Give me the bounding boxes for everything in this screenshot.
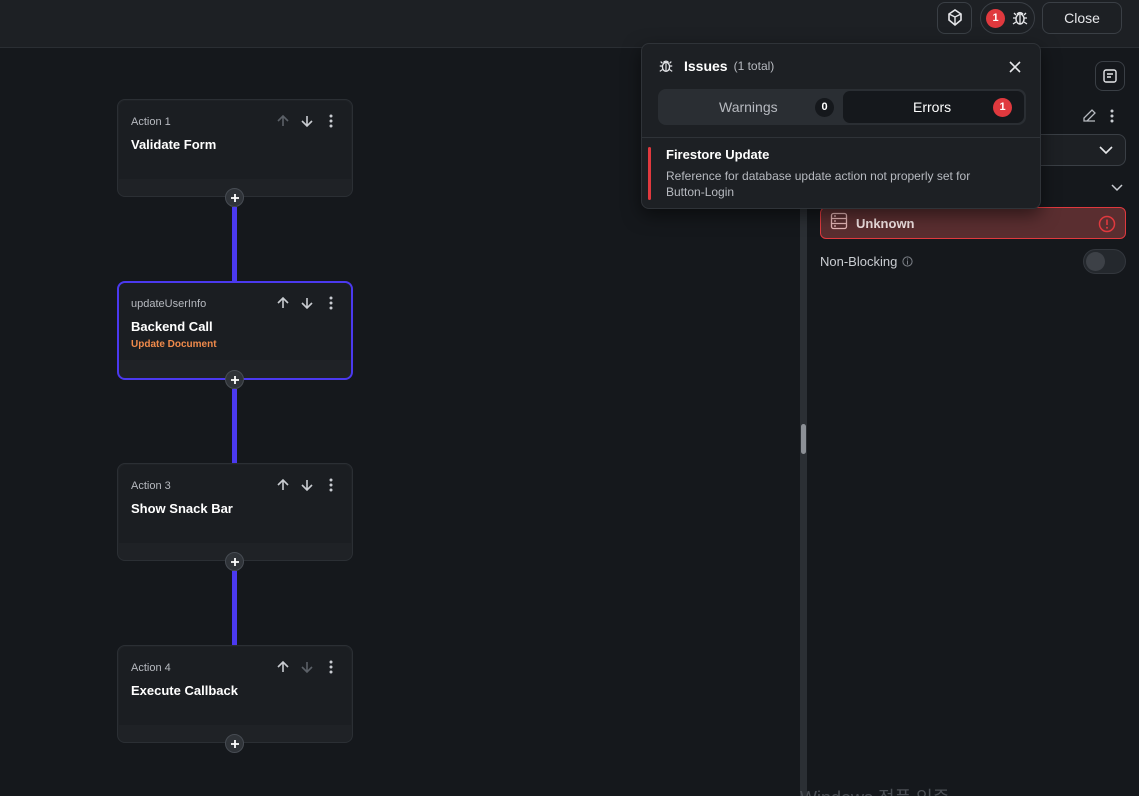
windows-activation-watermark: Windows 정품 인증 bbox=[800, 784, 949, 796]
database-icon bbox=[830, 212, 848, 235]
move-down-icon[interactable] bbox=[298, 476, 316, 494]
move-up-icon[interactable] bbox=[274, 112, 292, 130]
issue-description: Reference for database update action not… bbox=[666, 169, 971, 199]
plus-icon bbox=[230, 375, 239, 384]
plus-icon bbox=[230, 193, 239, 202]
action-card-4[interactable]: Action 4 Execute Callback bbox=[117, 645, 353, 743]
bug-icon bbox=[659, 60, 673, 72]
add-action-button[interactable] bbox=[225, 734, 244, 753]
plus-icon bbox=[230, 739, 239, 748]
non-blocking-toggle[interactable] bbox=[1083, 249, 1126, 274]
action-title: Backend Call bbox=[131, 319, 213, 334]
issues-count: (1 total) bbox=[733, 59, 775, 73]
connector-line bbox=[232, 389, 237, 465]
action-card-3[interactable]: Action 3 Show Snack Bar bbox=[117, 463, 353, 561]
notes-button[interactable] bbox=[1095, 61, 1125, 91]
edit-icon[interactable] bbox=[1081, 108, 1097, 129]
tab-label: Errors bbox=[913, 99, 952, 115]
add-action-button[interactable] bbox=[225, 188, 244, 207]
reference-field-error[interactable]: Unknown bbox=[820, 207, 1126, 239]
chevron-down-icon bbox=[1098, 142, 1114, 163]
action-card-2[interactable]: updateUserInfo Backend Call Update Docum… bbox=[117, 281, 353, 380]
more-vert-icon[interactable] bbox=[322, 112, 340, 130]
errors-count-badge: 1 bbox=[993, 97, 1012, 117]
bug-icon bbox=[1012, 11, 1028, 25]
move-up-icon[interactable] bbox=[274, 294, 292, 312]
non-blocking-label: Non-Blocking bbox=[820, 254, 898, 269]
issues-button[interactable]: 1 bbox=[980, 2, 1035, 34]
connector-line bbox=[232, 207, 237, 283]
move-down-icon[interactable] bbox=[298, 294, 316, 312]
tab-label: Warnings bbox=[719, 99, 778, 115]
chevron-down-icon[interactable] bbox=[1110, 181, 1124, 200]
more-vert-icon[interactable] bbox=[322, 476, 340, 494]
more-vert-icon[interactable] bbox=[322, 294, 340, 312]
add-action-button[interactable] bbox=[225, 370, 244, 389]
more-vert-icon[interactable] bbox=[322, 658, 340, 676]
tab-errors[interactable]: Errors 1 bbox=[843, 91, 1024, 123]
action-title: Execute Callback bbox=[131, 683, 238, 698]
move-up-icon[interactable] bbox=[274, 476, 292, 494]
warnings-count: 0 bbox=[815, 97, 834, 117]
gem-button[interactable] bbox=[937, 2, 972, 34]
tab-warnings[interactable]: Warnings 0 bbox=[660, 91, 840, 123]
error-alert-icon bbox=[1098, 215, 1116, 238]
close-icon[interactable] bbox=[1007, 59, 1023, 80]
action-label: updateUserInfo bbox=[131, 298, 207, 310]
connector-line bbox=[232, 571, 237, 647]
issues-tabs: Warnings 0 Errors 1 bbox=[658, 89, 1026, 125]
notes-icon bbox=[1103, 69, 1117, 83]
plus-icon bbox=[230, 557, 239, 566]
move-down-icon[interactable] bbox=[298, 112, 316, 130]
more-vert-icon[interactable] bbox=[1109, 108, 1115, 129]
top-bar: 1 Close bbox=[0, 0, 1139, 48]
action-detail: Update Document bbox=[131, 339, 217, 350]
issues-count-badge: 1 bbox=[986, 8, 1005, 28]
popup-title: Issues bbox=[684, 58, 728, 74]
action-title: Validate Form bbox=[131, 137, 217, 152]
move-up-icon[interactable] bbox=[274, 658, 292, 676]
move-down-icon[interactable] bbox=[298, 658, 316, 676]
action-label: Action 1 bbox=[131, 116, 171, 128]
close-button[interactable]: Close bbox=[1042, 2, 1122, 34]
action-label: Action 3 bbox=[131, 480, 171, 492]
issue-item[interactable]: Firestore Update Reference for database … bbox=[642, 137, 1040, 209]
issues-popup: Issues (1 total) Warnings 0 Errors 1 Fir… bbox=[641, 43, 1041, 209]
info-icon bbox=[902, 256, 913, 267]
action-card-1[interactable]: Action 1 Validate Form bbox=[117, 99, 353, 197]
toggle-knob bbox=[1086, 252, 1105, 271]
reference-field-value: Unknown bbox=[856, 215, 915, 231]
error-indicator bbox=[648, 147, 651, 200]
issue-title: Firestore Update bbox=[666, 147, 770, 162]
action-title: Show Snack Bar bbox=[131, 501, 233, 516]
action-label: Action 4 bbox=[131, 662, 171, 674]
gem-icon bbox=[947, 9, 962, 27]
add-action-button[interactable] bbox=[225, 552, 244, 571]
resize-handle[interactable] bbox=[801, 424, 806, 454]
